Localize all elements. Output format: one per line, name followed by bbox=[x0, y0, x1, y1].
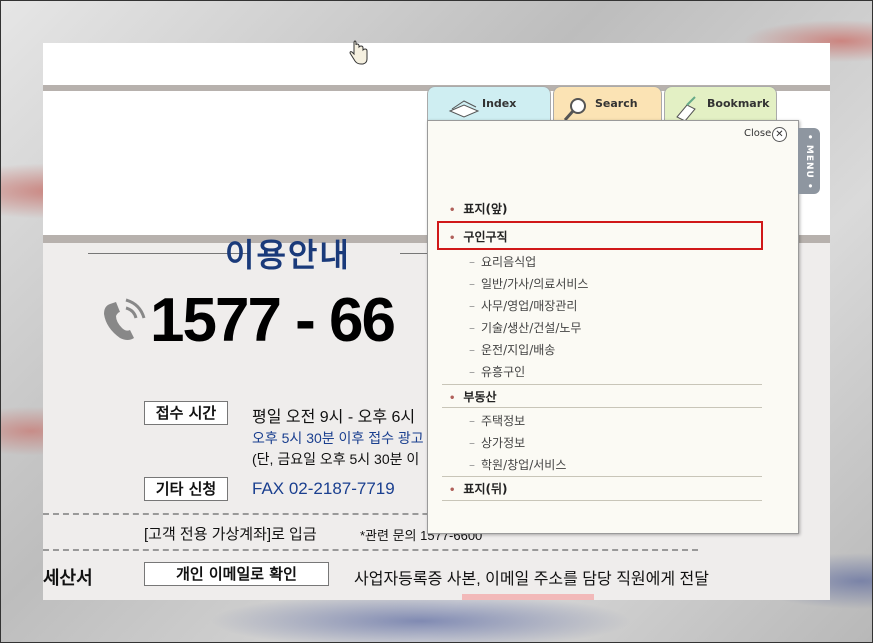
index-item-label: 학원/창업/서비스 bbox=[481, 458, 567, 472]
close-icon[interactable]: ✕ bbox=[772, 127, 787, 142]
close-label[interactable]: Close bbox=[744, 128, 771, 139]
index-item-label: 주택정보 bbox=[481, 414, 526, 428]
page-title: 이용안내 bbox=[225, 236, 351, 274]
email-description: 사업자등록증 사본, 이메일 주소를 담당 직원에게 전달 bbox=[354, 571, 709, 588]
index-item-label: 기술/생산/건설/노무 bbox=[481, 321, 582, 335]
email-confirm-button[interactable]: 개인 이메일로 확인 bbox=[144, 562, 329, 586]
fax-number: FAX 02-2187-7719 bbox=[252, 479, 395, 498]
separator bbox=[442, 407, 762, 408]
dashed-divider-2 bbox=[43, 549, 698, 551]
magnifier-icon bbox=[563, 98, 586, 121]
tab-index-label: Index bbox=[482, 97, 517, 110]
separator bbox=[442, 500, 762, 501]
separator bbox=[442, 476, 762, 477]
reception-time-label: 접수 시간 bbox=[144, 401, 228, 425]
index-item-label: 상가정보 bbox=[481, 436, 526, 450]
index-item-label: 운전/지입/배송 bbox=[481, 343, 556, 357]
index-item[interactable]: – 상가정보 bbox=[469, 434, 525, 451]
index-item[interactable]: – 사무/영업/매장관리 bbox=[469, 297, 577, 314]
index-item[interactable]: – 학원/창업/서비스 bbox=[469, 456, 566, 473]
index-item[interactable]: – 일반/가사/의료서비스 bbox=[469, 275, 588, 292]
section-label: 표지(앞) bbox=[463, 202, 508, 216]
index-item[interactable]: – 유흥구인 bbox=[469, 363, 525, 380]
tab-search-label: Search bbox=[595, 97, 638, 110]
section-label: 부동산 bbox=[463, 390, 497, 404]
index-item[interactable]: – 주택정보 bbox=[469, 412, 525, 429]
tab-bookmark[interactable]: Bookmark bbox=[664, 86, 777, 124]
bookmark-icon bbox=[676, 96, 696, 122]
menu-label: • MENU • bbox=[804, 134, 814, 190]
reception-note-2: (단, 금요일 오후 5시 30분 이 bbox=[252, 451, 420, 467]
other-request-label: 기타 신청 bbox=[144, 477, 228, 501]
index-item[interactable]: – 운전/지입/배송 bbox=[469, 341, 555, 358]
separator bbox=[442, 384, 762, 385]
tab-bookmark-label: Bookmark bbox=[707, 97, 770, 110]
index-item[interactable]: – 기술/생산/건설/노무 bbox=[469, 319, 581, 336]
reception-note-1: 오후 5시 30분 이후 접수 광고 bbox=[252, 430, 424, 446]
index-item-label: 요리음식업 bbox=[481, 255, 537, 269]
index-book-icon bbox=[448, 100, 480, 118]
tab-index[interactable]: Index bbox=[427, 86, 551, 124]
title-rule-left bbox=[88, 253, 248, 254]
index-item-label: 유흥구인 bbox=[481, 365, 526, 379]
menu-toggle[interactable]: • MENU • bbox=[798, 128, 820, 194]
section-cover-front[interactable]: • 표지(앞) bbox=[449, 200, 508, 217]
virtual-account-text: [고객 전용 가상계좌]로 입금 bbox=[144, 526, 317, 543]
index-item-label: 사무/영업/매장관리 bbox=[481, 299, 578, 313]
section-cover-back[interactable]: • 표지(뒤) bbox=[449, 480, 508, 497]
reception-time: 평일 오전 9시 - 오후 6시 bbox=[252, 409, 416, 426]
phone-number: 1577 - 66 bbox=[150, 286, 396, 355]
phone-icon bbox=[104, 298, 146, 340]
tab-search[interactable]: Search bbox=[553, 86, 662, 124]
section-real-estate[interactable]: • 부동산 bbox=[449, 388, 497, 405]
section-label: 표지(뒤) bbox=[463, 482, 508, 496]
index-item-label: 일반/가사/의료서비스 bbox=[481, 277, 589, 291]
highlight-strip bbox=[462, 594, 594, 600]
index-item[interactable]: – 요리음식업 bbox=[469, 253, 536, 270]
selected-section-highlight bbox=[437, 221, 763, 250]
hand-cursor-icon bbox=[349, 40, 368, 65]
invoice-label: 세산서 bbox=[43, 568, 93, 588]
